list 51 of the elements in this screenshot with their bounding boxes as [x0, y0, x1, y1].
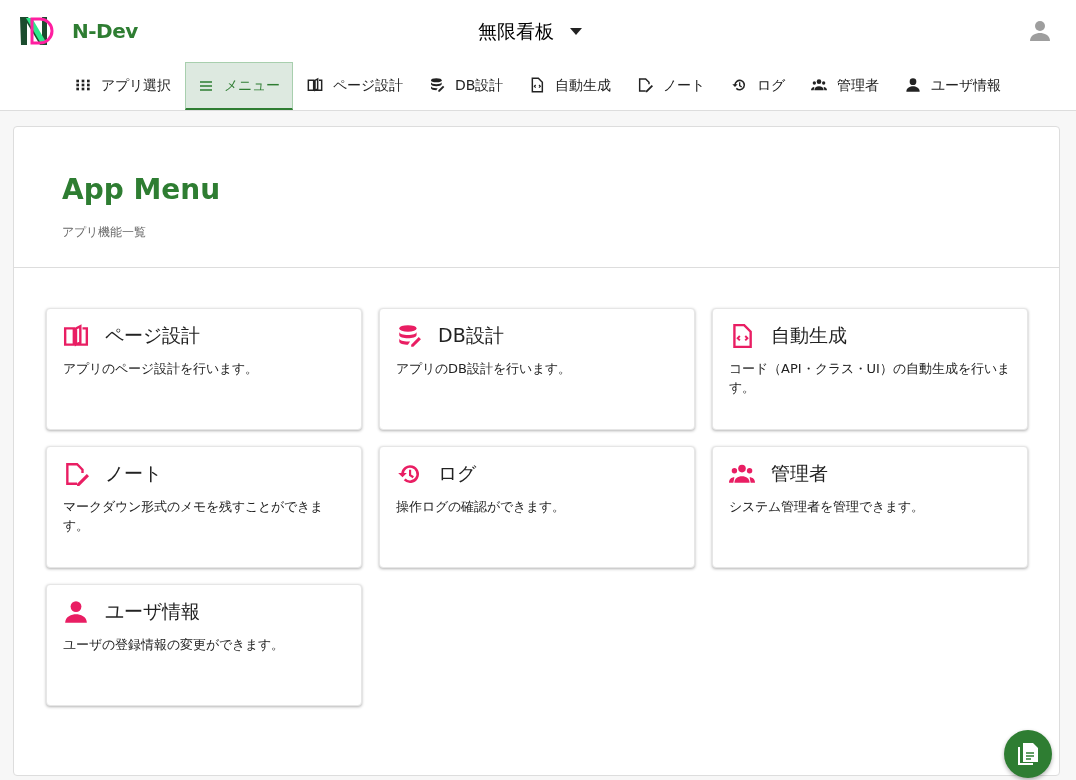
note-edit-icon — [637, 77, 654, 93]
card-description: 操作ログの確認ができます。 — [396, 497, 566, 516]
nav-tab[interactable]: 自動生成 — [517, 62, 624, 110]
document-icon — [1017, 742, 1039, 766]
document-fab-button[interactable] — [1004, 730, 1052, 778]
feature-card[interactable]: 自動生成 コード（API・クラス・UI）の自動生成を行います。 — [712, 307, 1028, 430]
apps-grid-icon — [75, 77, 91, 93]
book-icon — [307, 77, 323, 93]
feature-card[interactable]: ログ 操作ログの確認ができます。 — [379, 445, 695, 568]
nav-tab[interactable]: ユーザ情報 — [893, 62, 1014, 110]
user-avatar-icon[interactable] — [1028, 19, 1052, 43]
logo-icon — [18, 15, 56, 47]
card-title: ノート — [105, 462, 162, 485]
book-icon — [63, 322, 89, 349]
page-subtitle: アプリ機能一覧 — [62, 223, 147, 241]
person-icon — [63, 598, 89, 625]
caret-icon — [570, 27, 582, 35]
board-selector[interactable]: 無限看板 — [478, 16, 582, 46]
page-title: App Menu — [62, 173, 222, 207]
card-title: DB設計 — [438, 324, 504, 347]
card-title: 自動生成 — [771, 324, 847, 347]
person-icon — [905, 77, 922, 93]
card-title: ページ設計 — [105, 324, 200, 347]
app-name: N-Dev — [72, 18, 138, 45]
nav-tab[interactable]: 管理者 — [799, 62, 892, 110]
database-edit-icon — [429, 77, 445, 93]
card-description: マークダウン形式のメモを残すことができます。 — [63, 497, 324, 536]
code-file-icon — [529, 77, 546, 93]
card-description: ユーザの登録情報の変更ができます。 — [63, 635, 285, 654]
feature-card[interactable]: DB設計 アプリのDB設計を行います。 — [379, 307, 695, 430]
nav-tab[interactable]: DB設計 — [417, 62, 516, 110]
nav-tab[interactable]: アプリ選択 — [63, 62, 183, 110]
feature-card[interactable]: ページ設計 アプリのページ設計を行います。 — [46, 307, 362, 430]
card-description: アプリのページ設計を行います。 — [63, 359, 259, 378]
note-edit-icon — [63, 460, 89, 487]
nav-tab[interactable]: メニュー — [185, 62, 293, 110]
card-title: ユーザ情報 — [105, 600, 200, 623]
database-edit-icon — [396, 322, 422, 349]
card-title: ログ — [438, 462, 476, 485]
card-description: システム管理者を管理できます。 — [729, 497, 925, 516]
people-icon — [811, 77, 828, 93]
nav-tab[interactable]: ログ — [719, 62, 798, 110]
card-description: アプリのDB設計を行います。 — [396, 359, 572, 378]
nav-tab[interactable]: ノート — [625, 62, 718, 110]
card-title: 管理者 — [771, 462, 828, 485]
feature-card[interactable]: ノート マークダウン形式のメモを残すことができます。 — [46, 445, 362, 568]
card-description: コード（API・クラス・UI）の自動生成を行います。 — [729, 359, 1011, 398]
feature-card[interactable]: 管理者 システム管理者を管理できます。 — [712, 445, 1028, 568]
history-icon — [731, 77, 748, 93]
nav-tab[interactable]: ページ設計 — [295, 62, 415, 110]
feature-card[interactable]: ユーザ情報 ユーザの登録情報の変更ができます。 — [46, 583, 362, 706]
